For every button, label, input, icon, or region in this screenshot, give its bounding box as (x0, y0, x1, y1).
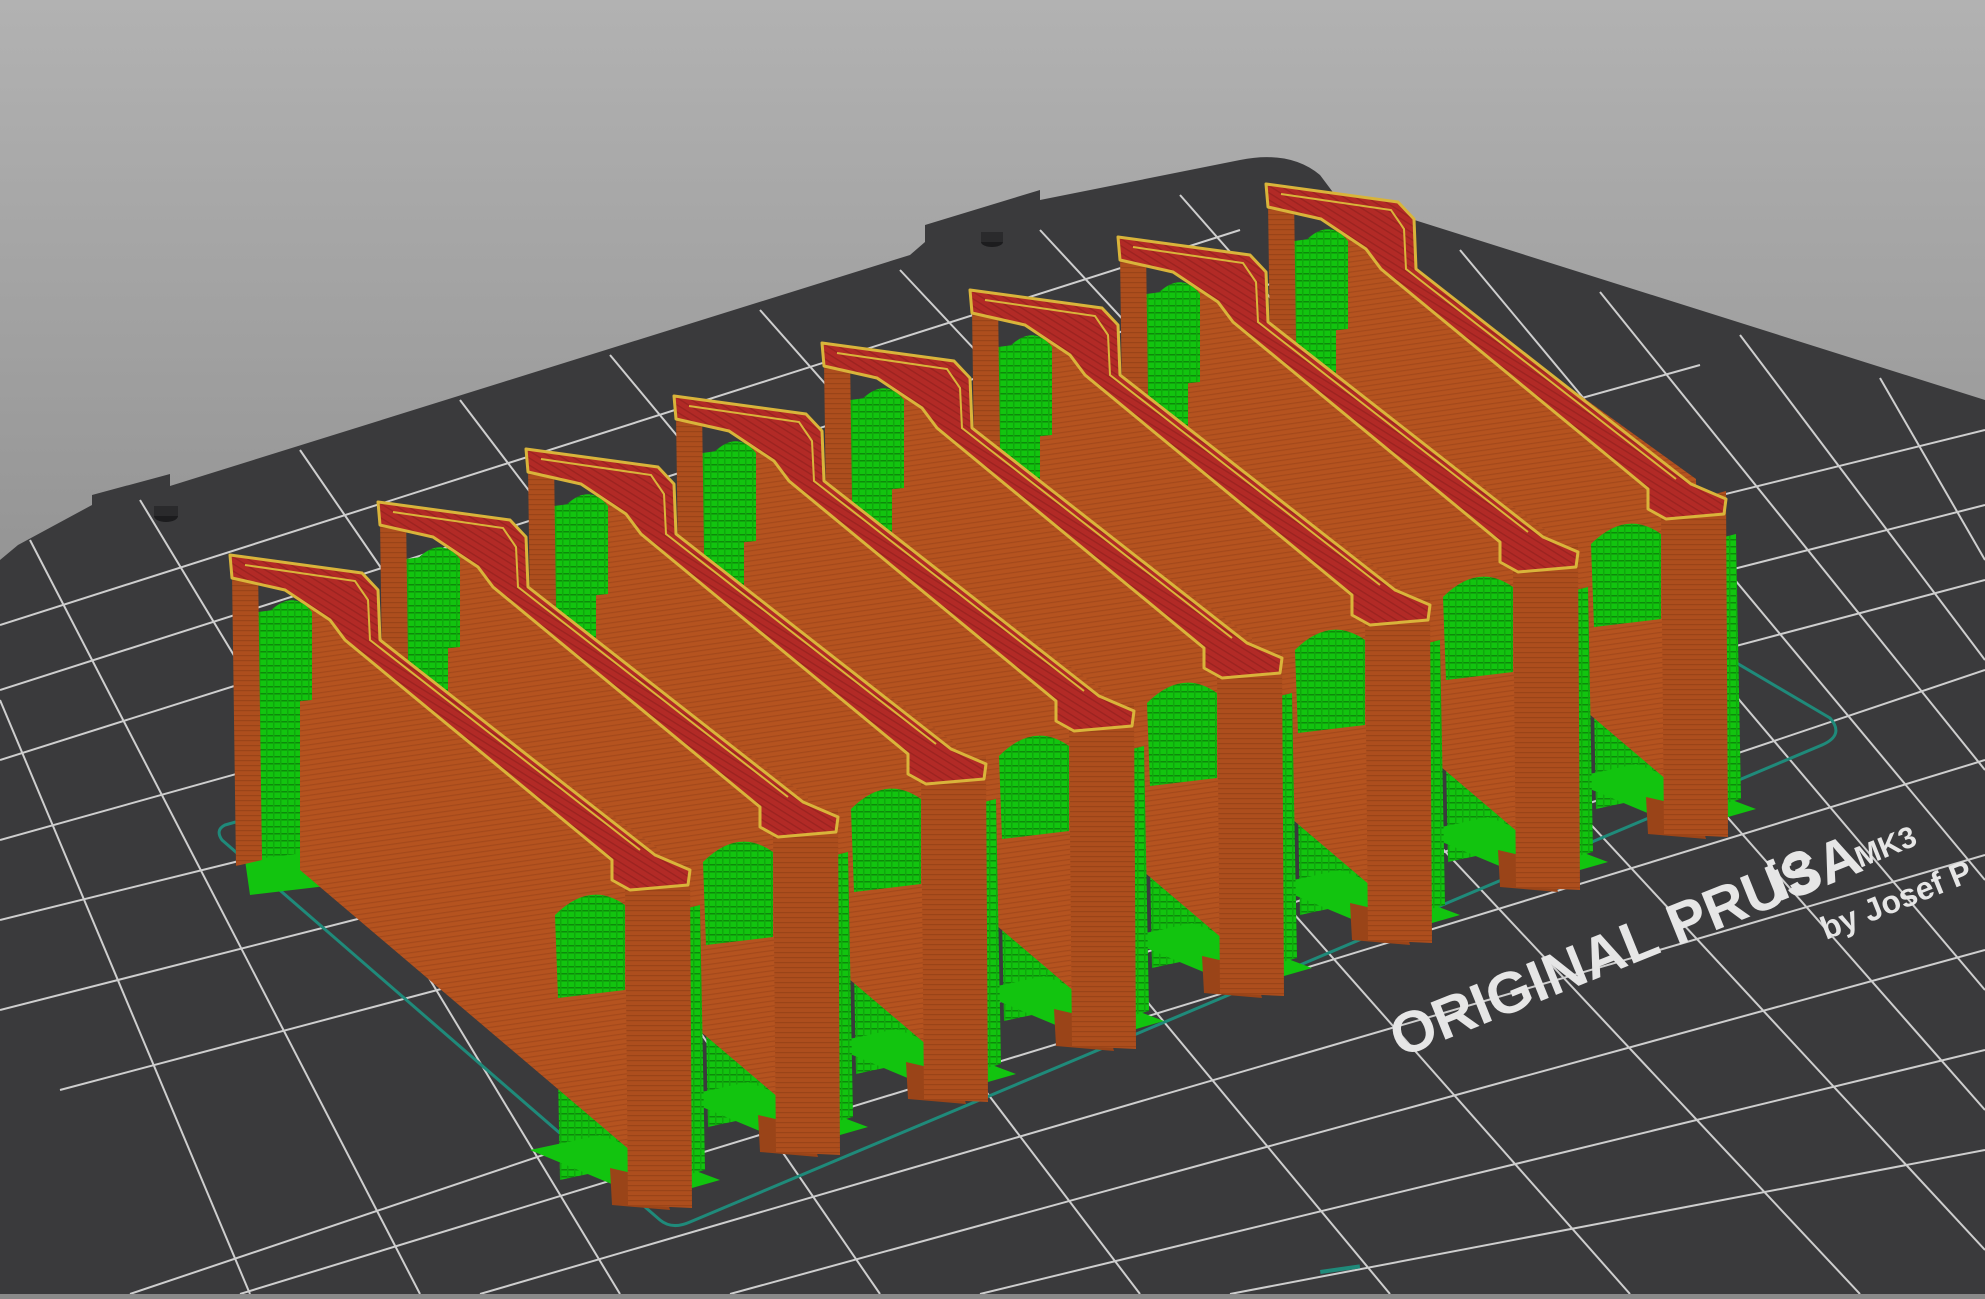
perimeter-wall-end (773, 809, 840, 1155)
arch-support (555, 894, 625, 998)
arch-support (999, 735, 1069, 839)
arch-support (1591, 523, 1661, 627)
3d-viewport[interactable]: ORIGINAL PRUSA i3 MK3 by Josef P (0, 0, 1985, 1295)
arch-support (262, 600, 312, 705)
arch-support (1298, 229, 1348, 334)
arch-support (558, 494, 608, 599)
arch-support (410, 547, 460, 652)
perimeter-wall-end (625, 862, 692, 1208)
arch-support (706, 441, 756, 546)
plater-scene[interactable]: ORIGINAL PRUSA i3 MK3 by Josef P (0, 0, 1985, 1295)
perimeter-wall-end (232, 565, 262, 866)
perimeter-wall-end (1217, 650, 1284, 996)
arch-support (851, 788, 921, 892)
perimeter-wall-end (1365, 597, 1432, 943)
arch-support (1002, 335, 1052, 440)
arch-support (1295, 629, 1365, 733)
perimeter-wall-end (1513, 544, 1580, 890)
perimeter-wall-end (1069, 703, 1136, 1049)
arch-support (1150, 282, 1200, 387)
perimeter-wall-end (1661, 491, 1728, 837)
arch-support (854, 388, 904, 493)
arch-support (1147, 682, 1217, 786)
arch-support (1443, 576, 1513, 680)
arch-support (703, 841, 773, 945)
perimeter-wall-end (921, 756, 988, 1102)
